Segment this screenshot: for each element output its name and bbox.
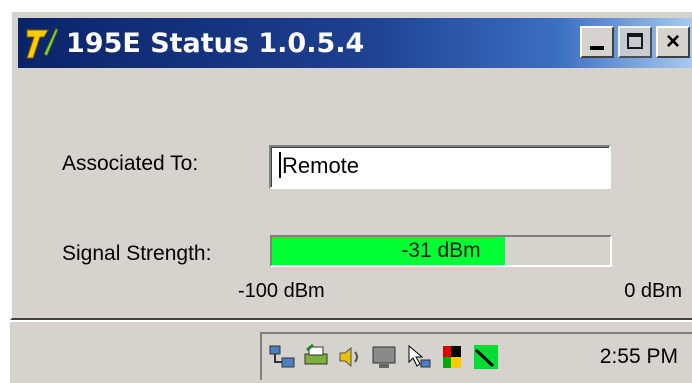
window-controls: × — [580, 26, 690, 58]
signal-strength-value: -31 dBm — [401, 239, 481, 262]
flag-icon[interactable] — [436, 341, 468, 373]
text-caret — [279, 152, 281, 179]
monitor-icon[interactable] — [368, 341, 400, 373]
taskbar: 2:55 PM — [10, 320, 692, 383]
signal-strength-bar: -31 dBm — [270, 235, 612, 267]
associated-to-value: Remote — [282, 153, 360, 178]
associated-to-field[interactable]: Remote — [269, 145, 611, 189]
associated-to-label: Associated To: — [62, 152, 199, 175]
minimize-button[interactable] — [580, 26, 614, 58]
mouse-icon[interactable] — [402, 341, 434, 373]
scale-min-label: -100 dBm — [238, 280, 325, 302]
maximize-icon — [627, 33, 643, 49]
window-title: 195E Status 1.0.5.4 — [66, 27, 365, 59]
system-tray: 2:55 PM — [260, 332, 692, 380]
signal-icon[interactable] — [470, 341, 502, 373]
app-logo-icon — [22, 22, 62, 64]
signal-strength-label: Signal Strength: — [62, 242, 212, 265]
title-bar[interactable]: 195E Status 1.0.5.4 × — [18, 18, 692, 68]
close-button[interactable]: × — [656, 26, 690, 58]
taskbar-clock[interactable]: 2:55 PM — [600, 345, 678, 369]
minimize-icon — [590, 46, 604, 50]
printer-icon[interactable] — [300, 341, 332, 373]
maximize-button[interactable] — [618, 26, 652, 58]
network-icon[interactable] — [266, 341, 298, 373]
speaker-icon[interactable] — [334, 341, 366, 373]
scale-max-label: 0 dBm — [624, 280, 682, 302]
close-icon: × — [665, 28, 680, 55]
